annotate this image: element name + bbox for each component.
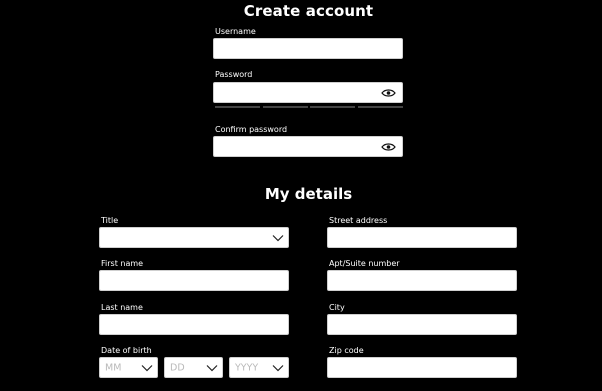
street-address-label: Street address [329,216,388,225]
my-details-heading: My details [264,185,353,203]
eye-icon[interactable] [381,142,396,151]
apt-suite-label: Apt/Suite number [329,259,400,268]
eye-icon[interactable] [381,88,396,97]
password-input[interactable] [213,82,403,103]
dob-day-placeholder: DD [170,362,185,373]
street-address-input[interactable] [327,227,517,248]
last-name-label: Last name [101,303,143,312]
city-input[interactable] [327,314,517,335]
confirm-password-input[interactable] [213,136,403,157]
chevron-down-icon [272,234,284,241]
first-name-input[interactable] [99,270,289,291]
title-label: Title [101,216,119,225]
create-account-heading: Create account [243,2,374,20]
password-strength-segment [310,106,355,108]
dob-year-select[interactable]: YYYY [229,357,289,378]
zip-code-label: Zip code [329,346,364,355]
dob-year-placeholder: YYYY [235,362,259,373]
first-name-label: First name [101,259,144,268]
city-label: City [329,303,345,312]
chevron-down-icon [141,364,153,371]
chevron-down-icon [272,364,284,371]
date-of-birth-label: Date of birth [101,346,152,355]
password-strength-segment [215,106,260,108]
confirm-password-label: Confirm password [215,125,288,134]
password-strength-segment [358,106,403,108]
dob-month-placeholder: MM [105,362,122,373]
zip-code-input[interactable] [327,357,517,378]
chevron-down-icon [206,364,218,371]
apt-suite-input[interactable] [327,270,517,291]
password-label: Password [215,70,253,79]
username-label: Username [215,27,256,36]
title-select[interactable] [99,227,289,248]
username-input[interactable] [213,38,403,59]
dob-month-select[interactable]: MM [99,357,158,378]
dob-day-select[interactable]: DD [164,357,223,378]
last-name-input[interactable] [99,314,289,335]
password-strength-segment [263,106,308,108]
